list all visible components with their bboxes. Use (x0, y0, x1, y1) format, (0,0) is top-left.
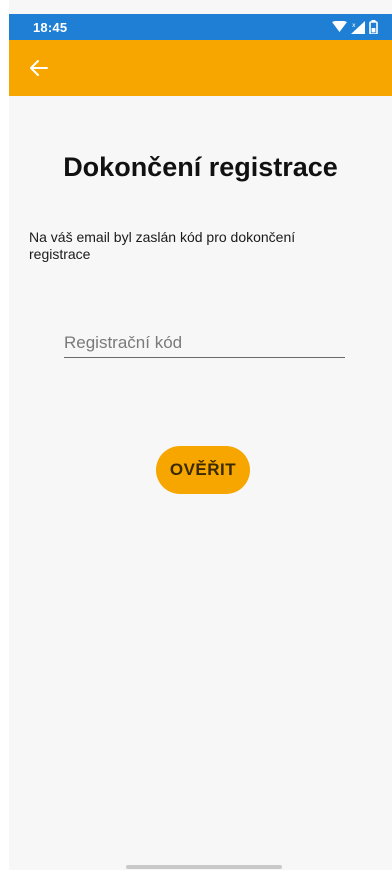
app-bar (9, 40, 392, 96)
verify-button[interactable]: OVĚŘIT (156, 446, 250, 494)
registration-code-field (64, 330, 345, 358)
battery-icon (369, 20, 378, 34)
home-indicator[interactable] (126, 865, 282, 869)
registration-code-input[interactable] (64, 330, 345, 356)
back-button[interactable] (27, 56, 51, 80)
page-title: Dokončení registrace (63, 152, 338, 182)
arrow-left-icon (27, 60, 51, 84)
status-time: 18:45 (33, 19, 68, 35)
screen: 18:45 x Dokončení registrace Na váš emai… (9, 0, 392, 870)
status-bar: 18:45 x (9, 14, 392, 40)
info-message: Na váš email byl zaslán kód pro dokončen… (29, 229, 296, 262)
signal-icon: x (351, 20, 365, 34)
wifi-icon (332, 21, 347, 33)
status-icons: x (332, 20, 378, 34)
svg-text:x: x (352, 22, 356, 29)
